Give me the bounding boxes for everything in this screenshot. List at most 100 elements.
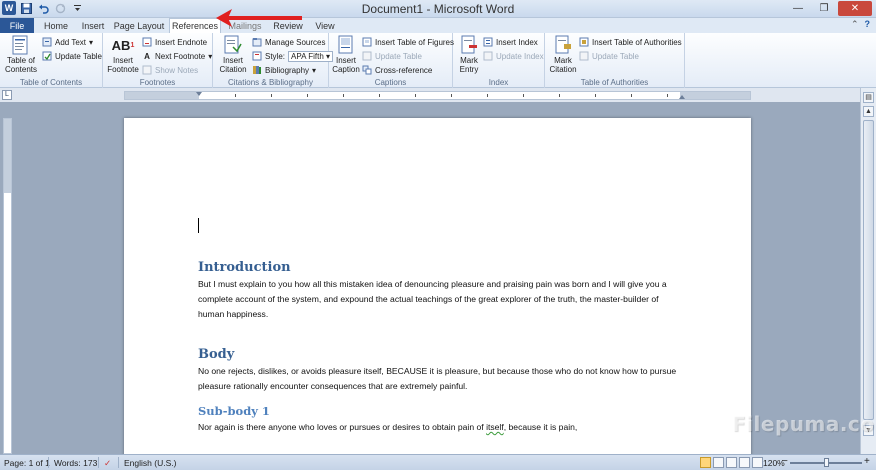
window-title: Document1 - Microsoft Word: [361, 2, 515, 16]
word-count[interactable]: Words: 173: [54, 458, 97, 468]
mark-citation-label: Mark Citation: [549, 56, 577, 74]
cross-reference-button[interactable]: Cross-reference: [362, 64, 432, 76]
citations-group: Insert Citation Manage Sources Style: AP…: [213, 33, 334, 88]
style-dropdown[interactable]: APA Fifth ▾: [288, 50, 334, 62]
next-footnote-button[interactable]: A Next Footnote ▾: [142, 50, 212, 62]
captions-group-label: Captions: [374, 78, 407, 87]
zoom-slider-knob[interactable]: [824, 458, 829, 467]
insert-citation-button[interactable]: Insert Citation: [215, 35, 251, 74]
insert-caption-icon: [335, 35, 357, 55]
outline-icon[interactable]: [739, 457, 750, 468]
close-icon[interactable]: ✕: [838, 1, 872, 16]
footnotes-group-label: Footnotes: [139, 78, 176, 87]
text-cursor: [198, 218, 199, 233]
update-index-label: Update Index: [496, 51, 544, 61]
index-group: Mark Entry Insert Index Update Index Ind…: [453, 33, 545, 88]
paragraph-body[interactable]: No one rejects, dislikes, or avoids plea…: [198, 364, 678, 394]
add-text-button[interactable]: Add Text ▾: [42, 36, 93, 48]
insert-table-of-figures-button[interactable]: Insert Table of Figures: [362, 36, 454, 48]
toc-group-label: Table of Contents: [19, 78, 83, 87]
insert-table-of-authorities-label: Insert Table of Authorities: [592, 37, 682, 47]
scroll-thumb[interactable]: [863, 120, 874, 420]
show-notes-icon: [142, 65, 152, 75]
style-selector[interactable]: Style: APA Fifth ▾: [252, 50, 334, 62]
mark-citation-button[interactable]: Mark Citation: [547, 35, 579, 74]
heading-body[interactable]: Body: [198, 347, 678, 362]
bibliography-button[interactable]: Bibliography ▾: [252, 64, 316, 76]
next-footnote-label: Next Footnote: [155, 51, 206, 61]
vruler-top-margin: [4, 119, 11, 193]
update-table-label: Update Table: [55, 51, 102, 61]
tab-home[interactable]: Home: [40, 18, 72, 33]
minimize-ribbon-icon[interactable]: ⌃: [851, 19, 859, 30]
restore-icon[interactable]: ❐: [812, 1, 836, 16]
proofing-icon[interactable]: ✓: [104, 458, 111, 469]
table-of-contents-button[interactable]: Table of Contents: [3, 35, 39, 74]
show-notes-label: Show Notes: [155, 65, 199, 75]
update-table-button[interactable]: Update Table: [42, 50, 102, 62]
insert-table-of-authorities-button[interactable]: Insert Table of Authorities: [579, 36, 682, 48]
paragraph-introduction[interactable]: But I must explain to you how all this m…: [198, 277, 678, 322]
authorities-update-table-label: Update Table: [592, 51, 639, 61]
insert-citation-icon: [222, 35, 244, 55]
add-text-icon: [42, 37, 52, 47]
insert-table-of-figures-label: Insert Table of Figures: [375, 37, 455, 47]
tab-selector[interactable]: L: [2, 90, 12, 100]
zoom-in-icon[interactable]: +: [864, 456, 870, 467]
captions-update-table-label: Update Table: [375, 51, 422, 61]
view-buttons: [700, 457, 763, 468]
heading-introduction[interactable]: Introduction: [198, 260, 678, 275]
insert-endnote-button[interactable]: Insert Endnote: [142, 36, 207, 48]
show-notes-button[interactable]: Show Notes: [142, 64, 198, 76]
authorities-update-table-button[interactable]: Update Table: [579, 50, 639, 62]
update-index-button[interactable]: Update Index: [483, 50, 544, 62]
authorities-update-table-icon: [579, 51, 589, 61]
help-icon[interactable]: ?: [865, 19, 871, 30]
language[interactable]: English (U.S.): [124, 458, 176, 468]
document-content[interactable]: Introduction But I must explain to you h…: [198, 260, 678, 435]
tab-file[interactable]: File: [0, 18, 34, 33]
ribbon: Table of Contents Add Text ▾ Update Table…: [0, 33, 876, 88]
tab-page-layout[interactable]: Page Layout: [112, 18, 166, 33]
ruler-toggle-icon[interactable]: ▤: [863, 92, 874, 103]
print-layout-icon[interactable]: [700, 457, 711, 468]
scroll-up-icon[interactable]: ▲: [863, 106, 874, 117]
captions-update-table-icon: [362, 51, 372, 61]
cross-reference-label: Cross-reference: [375, 65, 433, 75]
zoom-slider[interactable]: [790, 458, 862, 467]
status-bar: Page: 1 of 1 Words: 173 ✓ English (U.S.)…: [0, 454, 876, 470]
index-group-label: Index: [488, 78, 509, 87]
horizontal-ruler[interactable]: [124, 91, 751, 100]
draft-icon[interactable]: [752, 457, 763, 468]
update-index-icon: [483, 51, 493, 61]
grammar-flagged-word[interactable]: itself: [486, 422, 504, 432]
heading-sub-body-1[interactable]: Sub-body 1: [198, 404, 678, 418]
mark-entry-label: Mark Entry: [459, 56, 479, 74]
tab-view[interactable]: View: [310, 18, 340, 33]
title-bar: W Document1 - Microsoft Word — ❐ ✕: [0, 0, 876, 18]
insert-footnote-label: Insert Footnote: [107, 56, 139, 74]
document-page[interactable]: Introduction But I must explain to you h…: [124, 118, 751, 454]
table-of-figures-icon: [362, 37, 372, 47]
cross-reference-icon: [362, 65, 372, 75]
page-count[interactable]: Page: 1 of 1: [4, 458, 50, 468]
insert-footnote-button[interactable]: AB 1 Insert Footnote: [105, 35, 141, 75]
insert-caption-button[interactable]: Insert Caption: [331, 35, 361, 74]
paragraph-sub-body-1[interactable]: Nor again is there anyone who loves or p…: [198, 420, 678, 435]
vertical-scrollbar[interactable]: ▤ ▲ ▼: [860, 88, 876, 454]
mark-entry-button[interactable]: Mark Entry: [455, 35, 483, 74]
vertical-ruler[interactable]: [3, 118, 12, 454]
captions-update-table-button[interactable]: Update Table: [362, 50, 422, 62]
web-layout-icon[interactable]: [726, 457, 737, 468]
minimize-icon[interactable]: —: [786, 1, 810, 16]
ribbon-tabs: File Home Insert Page Layout References …: [0, 18, 876, 33]
annotation-arrow: [216, 9, 302, 27]
paragraph-sub-body-1-start: Nor again is there anyone who loves or p…: [198, 422, 487, 432]
manage-sources-button[interactable]: Manage Sources: [252, 36, 325, 48]
citations-group-label: Citations & Bibliography: [228, 78, 313, 87]
zoom-out-icon[interactable]: −: [782, 456, 788, 467]
insert-index-button[interactable]: Insert Index: [483, 36, 538, 48]
document-area[interactable]: Introduction But I must explain to you h…: [14, 102, 860, 454]
tab-insert[interactable]: Insert: [76, 18, 110, 33]
full-screen-reading-icon[interactable]: [713, 457, 724, 468]
